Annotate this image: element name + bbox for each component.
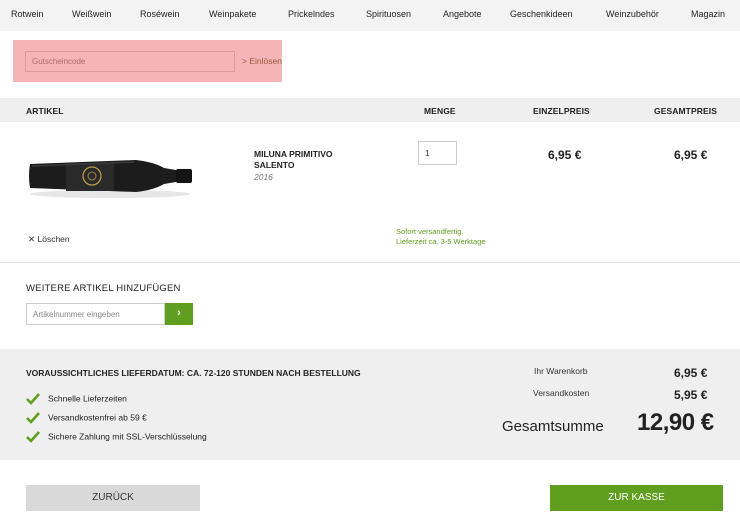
add-article-title: WEITERE ARTIKEL HINZUFÜGEN [26, 283, 181, 294]
header-quantity: MENGE [424, 106, 456, 116]
voucher-code-input[interactable] [25, 51, 235, 72]
shipping-time: Lieferzeit ca. 3-5 Werktage [396, 237, 486, 246]
order-summary: VORAUSSICHTLICHES LIEFERDATUM: CA. 72-12… [0, 349, 740, 460]
feature-item: Versandkostenfrei ab 59 € [26, 412, 147, 424]
product-name[interactable]: MILUNA PRIMITIVO SALENTO [254, 149, 364, 171]
checkmark-icon [26, 431, 40, 443]
redeem-voucher-button[interactable]: > Einlösen [242, 56, 282, 66]
checkmark-icon [26, 412, 40, 424]
grand-total-label: Gesamtsumme [502, 418, 604, 435]
add-article-button[interactable]: › [165, 303, 193, 325]
nav-item-magazin[interactable]: Magazin [691, 9, 725, 19]
shipping-status: Sofort versandfertig. [396, 227, 464, 236]
back-button[interactable]: ZURÜCK [26, 485, 200, 511]
row-divider [0, 262, 740, 263]
shipping-availability: Sofort versandfertig. Lieferzeit ca. 3-5… [396, 227, 486, 247]
unit-price: 6,95 € [548, 148, 582, 162]
feature-label: Sichere Zahlung mit SSL-Verschlüsselung [48, 431, 207, 442]
shipping-cost-label: Versandkosten [533, 388, 590, 398]
cart-subtotal-value: 6,95 € [674, 366, 708, 380]
header-total-price: GESAMTPREIS [654, 106, 717, 116]
nav-item-geschenkideen[interactable]: Geschenkideen [510, 9, 573, 19]
shipping-cost-value: 5,95 € [674, 388, 708, 402]
nav-item-rosewein[interactable]: Roséwein [140, 9, 180, 19]
product-vintage: 2016 [254, 172, 273, 182]
checkmark-icon [26, 393, 40, 405]
voucher-box: > Einlösen [13, 40, 282, 82]
grand-total-value: 12,90 € [637, 409, 714, 436]
header-unit-price: EINZELPREIS [533, 106, 590, 116]
nav-item-spirituosen[interactable]: Spirituosen [366, 9, 411, 19]
feature-item: Sichere Zahlung mit SSL-Verschlüsselung [26, 431, 207, 443]
nav-item-rotwein[interactable]: Rotwein [11, 9, 44, 19]
nav-item-weinpakete[interactable]: Weinpakete [209, 9, 256, 19]
article-number-input[interactable] [26, 303, 165, 325]
cart-table-header: ARTIKEL MENGE EINZELPREIS GESAMTPREIS [0, 98, 740, 122]
wine-bottle-image[interactable] [26, 154, 194, 200]
feature-label: Versandkostenfrei ab 59 € [48, 412, 147, 423]
line-total-price: 6,95 € [674, 148, 708, 162]
header-article: ARTIKEL [26, 106, 64, 116]
nav-item-angebote[interactable]: Angebote [443, 9, 482, 19]
top-navigation: Rotwein Weißwein Roséwein Weinpakete Pri… [0, 0, 740, 31]
nav-item-prickelndes[interactable]: Prickelndes [288, 9, 335, 19]
nav-item-weisswein[interactable]: Weißwein [72, 9, 111, 19]
feature-item: Schnelle Lieferzeiten [26, 393, 127, 405]
delete-item-button[interactable]: ✕ Löschen [28, 234, 70, 245]
checkout-button[interactable]: ZUR KASSE [550, 485, 723, 511]
delivery-estimate: VORAUSSICHTLICHES LIEFERDATUM: CA. 72-12… [26, 368, 361, 378]
quantity-input[interactable] [418, 141, 457, 165]
nav-item-weinzubehoer[interactable]: Weinzubehör [606, 9, 659, 19]
feature-label: Schnelle Lieferzeiten [48, 393, 127, 404]
cart-subtotal-label: Ihr Warenkorb [534, 366, 588, 376]
